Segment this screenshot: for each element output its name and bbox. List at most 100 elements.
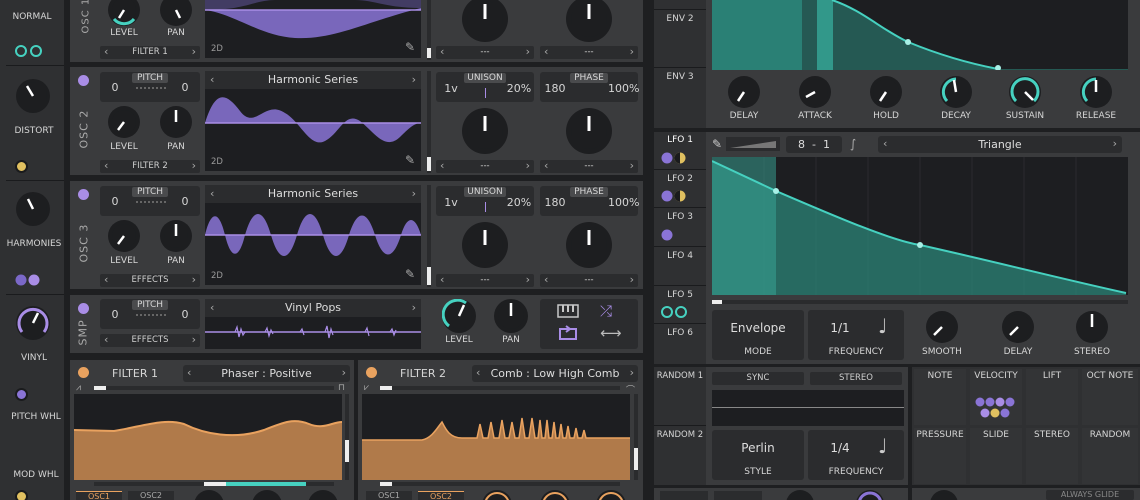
sidebar-item-vinyl[interactable]: VINYL <box>2 353 66 363</box>
sidebar-item-harmonies[interactable]: HARMONIES <box>2 239 66 249</box>
tab-filter1-osc1[interactable]: OSC1 <box>76 491 122 500</box>
osc3-phase-knob[interactable] <box>566 222 612 268</box>
tab-random1[interactable]: RANDOM 1 <box>652 371 708 381</box>
osc3-level-knob[interactable] <box>108 220 140 252</box>
bounce-icon[interactable]: ⟷ <box>600 326 622 341</box>
osc1-route-selector[interactable]: ‹ FILTER 1 › <box>100 45 200 59</box>
note-icon[interactable]: ♩ <box>878 314 887 338</box>
osc3-route-selector[interactable]: ‹ EFFECTS › <box>100 273 200 287</box>
osc2-phase-value[interactable]: 180 <box>543 82 567 95</box>
osc2-route-selector[interactable]: ‹ FILTER 2 › <box>100 159 200 173</box>
osc1-unison-dropdown[interactable]: ‹ --- › <box>436 45 534 59</box>
mod-source-dot[interactable] <box>15 388 28 401</box>
pencil-icon[interactable]: ✎ <box>405 267 415 281</box>
mod-source-dot[interactable] <box>15 160 28 173</box>
lfo-smooth-slider[interactable] <box>726 137 780 151</box>
osc1-unison-knob[interactable] <box>462 0 508 42</box>
random-style-value[interactable]: Perlin <box>712 441 804 455</box>
env-delay-knob[interactable] <box>728 76 760 108</box>
tab-lfo6[interactable]: LFO 6 <box>654 328 706 338</box>
lfo-display[interactable] <box>711 157 1128 295</box>
next-arrow-icon[interactable]: › <box>630 366 634 379</box>
osc2-phase-randomize[interactable]: 100% <box>608 82 639 95</box>
osc2-level-knob[interactable] <box>108 106 140 138</box>
env-decay-knob[interactable] <box>940 76 972 108</box>
osc3-pan-knob[interactable] <box>160 220 192 252</box>
osc3-frame-slider[interactable] <box>427 185 431 287</box>
filter2-cutoff-slider[interactable] <box>380 386 620 390</box>
lfo-frequency-value[interactable]: 1/1 <box>818 321 862 335</box>
smp-level-knob[interactable] <box>442 299 476 333</box>
filter2-knob-2[interactable] <box>540 490 570 500</box>
osc3-phase-dropdown[interactable]: ‹ --- › <box>540 273 638 287</box>
filter1-response-display[interactable] <box>73 394 343 480</box>
lfo-shape-selector[interactable]: ‹ Triangle › <box>878 136 1122 153</box>
smp-pitch-semitone[interactable]: 0 <box>178 308 192 321</box>
osc3-unison-dropdown[interactable]: ‹ --- › <box>436 273 534 287</box>
lfo-grid-selector[interactable]: 8 - 1 <box>786 136 842 153</box>
random-sync-button[interactable]: SYNC <box>712 372 804 385</box>
note-icon[interactable]: ♩ <box>878 434 887 458</box>
shuffle-icon[interactable]: ⤮ <box>600 303 622 319</box>
filter2-enable-toggle[interactable] <box>366 367 377 378</box>
env-hold-knob[interactable] <box>870 76 902 108</box>
smp-wave-display[interactable]: ‹ Vinyl Pops › <box>205 299 421 349</box>
tab-random2[interactable]: RANDOM 2 <box>652 430 708 440</box>
filter1-knob-3[interactable] <box>308 490 338 500</box>
tab-lfo3[interactable]: LFO 3 <box>654 212 706 222</box>
smp-pitch-octave[interactable]: 0 <box>108 308 122 321</box>
tab-filter2-osc2[interactable]: OSC2 <box>418 491 464 500</box>
osc1-wave-display[interactable]: 2D ✎ <box>205 0 421 58</box>
filter1-type-selector[interactable]: ‹ Phaser : Positive › <box>183 365 350 382</box>
next-arrow-icon[interactable]: › <box>192 273 196 286</box>
tab-filter1-osc2[interactable]: OSC2 <box>128 491 174 500</box>
prev-arrow-icon[interactable]: ‹ <box>104 159 108 172</box>
osc1-frame-slider[interactable] <box>427 0 431 60</box>
env-attack-knob[interactable] <box>799 76 831 108</box>
osc3-enable-toggle[interactable] <box>78 189 89 200</box>
osc3-phase-randomize[interactable]: 100% <box>608 196 639 209</box>
tab-lfo5[interactable]: LFO 5 <box>654 290 706 300</box>
osc3-phase-value[interactable]: 180 <box>543 196 567 209</box>
mod-dots-icon[interactable] <box>660 151 690 165</box>
osc1-phase-dropdown[interactable]: ‹ --- › <box>540 45 638 59</box>
env-release-knob[interactable] <box>1080 76 1112 108</box>
mod-dots-icon[interactable] <box>660 228 676 242</box>
next-arrow-icon[interactable]: › <box>192 333 196 346</box>
osc2-pan-knob[interactable] <box>160 106 192 138</box>
mod-source-dot[interactable] <box>15 490 28 500</box>
voice-knob-1[interactable] <box>786 490 814 500</box>
osc2-pitch-semitone[interactable]: 0 <box>178 81 192 94</box>
osc3-unison-voices[interactable]: 1v <box>440 196 462 209</box>
link-icon[interactable] <box>660 305 690 319</box>
osc2-unison-knob[interactable] <box>462 108 508 154</box>
tab-env2[interactable]: ENV 2 <box>654 14 706 24</box>
keytrack-icon[interactable] <box>557 304 579 318</box>
random-stereo-button[interactable]: STEREO <box>810 372 902 385</box>
tab-filter2-osc1[interactable]: OSC1 <box>366 491 412 500</box>
always-glide-button[interactable]: ALWAYS GLIDE <box>1046 490 1134 500</box>
sidebar-item-mod-whl[interactable]: MOD WHL <box>4 470 68 480</box>
prev-arrow-icon[interactable]: ‹ <box>104 45 108 58</box>
sidebar-item-pitch-whl[interactable]: PITCH WHL <box>4 412 68 422</box>
osc2-unison-voices[interactable]: 1v <box>440 82 462 95</box>
loop-icon[interactable] <box>558 325 578 341</box>
vinyl-knob[interactable] <box>16 306 50 340</box>
tab-lfo4[interactable]: LFO 4 <box>654 251 706 261</box>
voice-button-2[interactable] <box>714 491 762 500</box>
osc3-pitch-semitone[interactable]: 0 <box>178 195 192 208</box>
next-arrow-icon[interactable]: › <box>192 45 196 58</box>
osc2-unison-dropdown[interactable]: ‹ --- › <box>436 159 534 173</box>
env-sustain-knob[interactable] <box>1009 76 1041 108</box>
link-icon[interactable] <box>14 44 44 58</box>
filter2-resonance-slider[interactable] <box>634 394 638 480</box>
osc3-wave-display[interactable]: ‹ Harmonic Series › 2D ✎ <box>205 185 421 285</box>
smp-route-selector[interactable]: ‹ EFFECTS › <box>100 333 200 347</box>
next-arrow-icon[interactable]: › <box>192 159 196 172</box>
tab-lfo2[interactable]: LFO 2 <box>654 174 706 184</box>
random-frequency-value[interactable]: 1/4 <box>818 441 862 455</box>
osc2-frame-slider[interactable] <box>427 71 431 173</box>
filter2-knob-3[interactable] <box>596 490 626 500</box>
filter2-type-selector[interactable]: ‹ Comb : Low High Comb › <box>472 365 638 382</box>
velocity-mod-dots-icon[interactable] <box>974 396 1018 420</box>
